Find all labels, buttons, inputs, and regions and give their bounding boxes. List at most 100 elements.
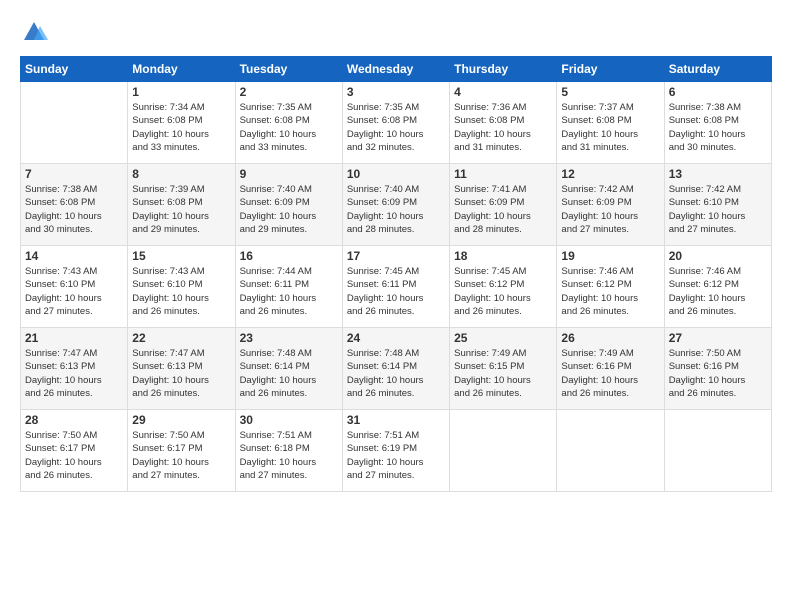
calendar-cell <box>664 410 771 492</box>
calendar-cell <box>21 82 128 164</box>
day-info-text: Sunrise: 7:44 AM Sunset: 6:11 PM Dayligh… <box>240 265 338 318</box>
day-info-text: Sunrise: 7:36 AM Sunset: 6:08 PM Dayligh… <box>454 101 552 154</box>
day-number: 29 <box>132 413 230 427</box>
day-info-text: Sunrise: 7:47 AM Sunset: 6:13 PM Dayligh… <box>132 347 230 400</box>
calendar-cell: 3Sunrise: 7:35 AM Sunset: 6:08 PM Daylig… <box>342 82 449 164</box>
day-info-text: Sunrise: 7:37 AM Sunset: 6:08 PM Dayligh… <box>561 101 659 154</box>
calendar-cell: 8Sunrise: 7:39 AM Sunset: 6:08 PM Daylig… <box>128 164 235 246</box>
day-info-text: Sunrise: 7:40 AM Sunset: 6:09 PM Dayligh… <box>240 183 338 236</box>
day-number: 24 <box>347 331 445 345</box>
day-info-text: Sunrise: 7:43 AM Sunset: 6:10 PM Dayligh… <box>132 265 230 318</box>
calendar-table: SundayMondayTuesdayWednesdayThursdayFrid… <box>20 56 772 492</box>
day-info-text: Sunrise: 7:35 AM Sunset: 6:08 PM Dayligh… <box>240 101 338 154</box>
day-number: 3 <box>347 85 445 99</box>
day-number: 7 <box>25 167 123 181</box>
calendar-cell: 26Sunrise: 7:49 AM Sunset: 6:16 PM Dayli… <box>557 328 664 410</box>
day-number: 25 <box>454 331 552 345</box>
day-number: 6 <box>669 85 767 99</box>
day-info-text: Sunrise: 7:46 AM Sunset: 6:12 PM Dayligh… <box>669 265 767 318</box>
calendar-header-sunday: Sunday <box>21 57 128 82</box>
calendar-cell: 22Sunrise: 7:47 AM Sunset: 6:13 PM Dayli… <box>128 328 235 410</box>
calendar-cell: 16 Sunrise: 7:44 AM Sunset: 6:11 PM Dayli… <box>235 246 342 328</box>
calendar-header-tuesday: Tuesday <box>235 57 342 82</box>
day-info-text: Sunrise: 7:49 AM Sunset: 6:15 PM Dayligh… <box>454 347 552 400</box>
day-info-text: Sunrise: 7:38 AM Sunset: 6:08 PM Dayligh… <box>669 101 767 154</box>
calendar-cell: 2 Sunrise: 7:35 AM Sunset: 6:08 PM Daylig… <box>235 82 342 164</box>
day-number: 26 <box>561 331 659 345</box>
calendar-cell: 4 Sunrise: 7:36 AM Sunset: 6:08 PM Daylig… <box>450 82 557 164</box>
day-number: 16 <box>240 249 338 263</box>
day-number: 12 <box>561 167 659 181</box>
calendar-header-friday: Friday <box>557 57 664 82</box>
calendar-cell: 1 Sunrise: 7:34 AM Sunset: 6:08 PM Daylig… <box>128 82 235 164</box>
day-number: 23 <box>240 331 338 345</box>
calendar-header-wednesday: Wednesday <box>342 57 449 82</box>
day-number: 11 <box>454 167 552 181</box>
calendar-cell: 29 Sunrise: 7:50 AM Sunset: 6:17 PM Dayli… <box>128 410 235 492</box>
day-info-text: Sunrise: 7:51 AM Sunset: 6:19 PM Dayligh… <box>347 429 445 482</box>
day-info-text: Sunrise: 7:51 AM Sunset: 6:18 PM Dayligh… <box>240 429 338 482</box>
day-info-text: Sunrise: 7:50 AM Sunset: 6:17 PM Dayligh… <box>25 429 123 482</box>
day-number: 17 <box>347 249 445 263</box>
calendar-cell: 12 Sunrise: 7:42 AM Sunset: 6:09 PM Dayli… <box>557 164 664 246</box>
calendar-cell: 15 Sunrise: 7:43 AM Sunset: 6:10 PM Dayli… <box>128 246 235 328</box>
calendar-cell: 13 Sunrise: 7:42 AM Sunset: 6:10 PM Dayli… <box>664 164 771 246</box>
calendar-cell: 21 Sunrise: 7:47 AM Sunset: 6:13 PM Dayli… <box>21 328 128 410</box>
calendar-header-row: SundayMondayTuesdayWednesdayThursdayFrid… <box>21 57 772 82</box>
day-number: 5 <box>561 85 659 99</box>
day-number: 19 <box>561 249 659 263</box>
calendar-cell <box>450 410 557 492</box>
day-info-text: Sunrise: 7:43 AM Sunset: 6:10 PM Dayligh… <box>25 265 123 318</box>
day-info-text: Sunrise: 7:45 AM Sunset: 6:11 PM Dayligh… <box>347 265 445 318</box>
day-info-text: Sunrise: 7:42 AM Sunset: 6:09 PM Dayligh… <box>561 183 659 236</box>
calendar-cell: 10 Sunrise: 7:40 AM Sunset: 6:09 PM Dayli… <box>342 164 449 246</box>
day-number: 1 <box>132 85 230 99</box>
day-info-text: Sunrise: 7:38 AM Sunset: 6:08 PM Dayligh… <box>25 183 123 236</box>
day-info-text: Sunrise: 7:48 AM Sunset: 6:14 PM Dayligh… <box>347 347 445 400</box>
calendar-cell: 17 Sunrise: 7:45 AM Sunset: 6:11 PM Dayli… <box>342 246 449 328</box>
calendar-week-row: 1 Sunrise: 7:34 AM Sunset: 6:08 PM Daylig… <box>21 82 772 164</box>
logo-icon <box>20 18 48 46</box>
day-number: 9 <box>240 167 338 181</box>
calendar-cell: 7 Sunrise: 7:38 AM Sunset: 6:08 PM Daylig… <box>21 164 128 246</box>
day-info-text: Sunrise: 7:40 AM Sunset: 6:09 PM Dayligh… <box>347 183 445 236</box>
day-number: 27 <box>669 331 767 345</box>
calendar-cell: 14Sunrise: 7:43 AM Sunset: 6:10 PM Dayli… <box>21 246 128 328</box>
day-number: 2 <box>240 85 338 99</box>
calendar-header-monday: Monday <box>128 57 235 82</box>
calendar-week-row: 28 Sunrise: 7:50 AM Sunset: 6:17 PM Dayli… <box>21 410 772 492</box>
day-info-text: Sunrise: 7:34 AM Sunset: 6:08 PM Dayligh… <box>132 101 230 154</box>
calendar-cell: 6 Sunrise: 7:38 AM Sunset: 6:08 PM Daylig… <box>664 82 771 164</box>
calendar-cell: 23 Sunrise: 7:48 AM Sunset: 6:14 PM Dayli… <box>235 328 342 410</box>
page: SundayMondayTuesdayWednesdayThursdayFrid… <box>0 0 792 612</box>
day-number: 4 <box>454 85 552 99</box>
header <box>20 18 772 46</box>
calendar-week-row: 7 Sunrise: 7:38 AM Sunset: 6:08 PM Daylig… <box>21 164 772 246</box>
calendar-cell: 9 Sunrise: 7:40 AM Sunset: 6:09 PM Daylig… <box>235 164 342 246</box>
day-info-text: Sunrise: 7:50 AM Sunset: 6:16 PM Dayligh… <box>669 347 767 400</box>
calendar-cell: 18Sunrise: 7:45 AM Sunset: 6:12 PM Dayli… <box>450 246 557 328</box>
day-number: 13 <box>669 167 767 181</box>
day-info-text: Sunrise: 7:45 AM Sunset: 6:12 PM Dayligh… <box>454 265 552 318</box>
calendar-cell <box>557 410 664 492</box>
day-number: 21 <box>25 331 123 345</box>
day-info-text: Sunrise: 7:41 AM Sunset: 6:09 PM Dayligh… <box>454 183 552 236</box>
day-info-text: Sunrise: 7:50 AM Sunset: 6:17 PM Dayligh… <box>132 429 230 482</box>
calendar-cell: 24 Sunrise: 7:48 AM Sunset: 6:14 PM Dayli… <box>342 328 449 410</box>
calendar-header-saturday: Saturday <box>664 57 771 82</box>
day-info-text: Sunrise: 7:48 AM Sunset: 6:14 PM Dayligh… <box>240 347 338 400</box>
day-number: 30 <box>240 413 338 427</box>
day-info-text: Sunrise: 7:46 AM Sunset: 6:12 PM Dayligh… <box>561 265 659 318</box>
day-number: 10 <box>347 167 445 181</box>
day-number: 15 <box>132 249 230 263</box>
day-number: 28 <box>25 413 123 427</box>
calendar-cell: 31Sunrise: 7:51 AM Sunset: 6:19 PM Dayli… <box>342 410 449 492</box>
day-info-text: Sunrise: 7:42 AM Sunset: 6:10 PM Dayligh… <box>669 183 767 236</box>
day-info-text: Sunrise: 7:47 AM Sunset: 6:13 PM Dayligh… <box>25 347 123 400</box>
day-number: 8 <box>132 167 230 181</box>
calendar-week-row: 14Sunrise: 7:43 AM Sunset: 6:10 PM Dayli… <box>21 246 772 328</box>
day-number: 20 <box>669 249 767 263</box>
calendar-cell: 11 Sunrise: 7:41 AM Sunset: 6:09 PM Dayli… <box>450 164 557 246</box>
calendar-week-row: 21 Sunrise: 7:47 AM Sunset: 6:13 PM Dayli… <box>21 328 772 410</box>
calendar-cell: 30 Sunrise: 7:51 AM Sunset: 6:18 PM Dayli… <box>235 410 342 492</box>
